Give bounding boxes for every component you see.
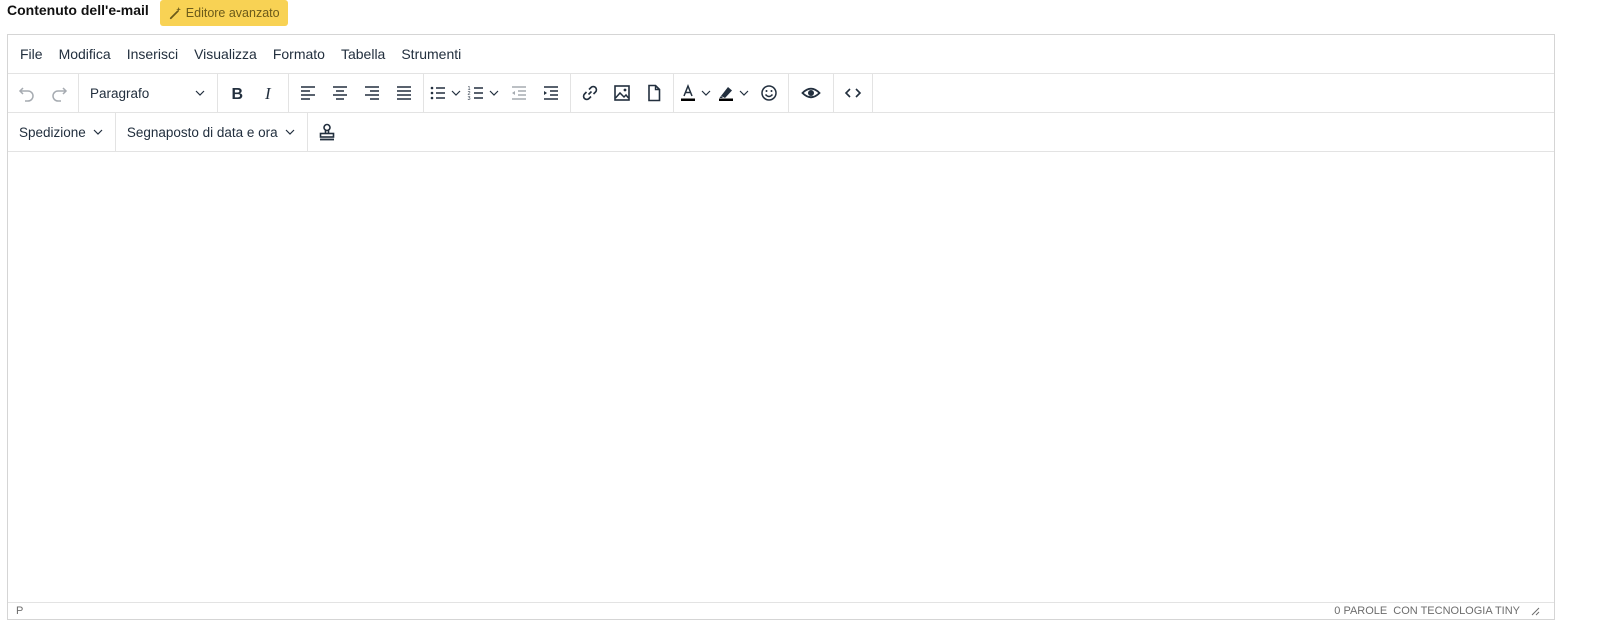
- rich-text-editor: File Modifica Inserisci Visualizza Forma…: [7, 34, 1555, 620]
- align-left-icon: [301, 86, 315, 100]
- shipping-group: Spedizione: [8, 113, 116, 151]
- menu-strumenti[interactable]: Strumenti: [393, 46, 469, 62]
- statusbar: P 0 PAROLE CON TECNOLOGIA TINY: [8, 602, 1554, 619]
- indent-icon: [544, 86, 558, 100]
- undo-icon: [18, 87, 34, 102]
- undo-button[interactable]: [12, 78, 42, 108]
- source-code-button[interactable]: [838, 78, 868, 108]
- align-center-button[interactable]: [325, 78, 355, 108]
- code-icon: [844, 88, 862, 98]
- advanced-editor-button[interactable]: Editore avanzato: [159, 0, 288, 26]
- menubar: File Modifica Inserisci Visualizza Forma…: [8, 35, 1554, 74]
- datetime-group: Segnaposto di data e ora: [116, 113, 308, 151]
- list-group: 123: [424, 74, 571, 112]
- numbered-list-button[interactable]: 123: [466, 78, 502, 108]
- text-color-icon: [681, 83, 695, 101]
- highlighter-icon: [719, 87, 733, 101]
- menu-tabella[interactable]: Tabella: [333, 46, 393, 62]
- outdent-button[interactable]: [504, 78, 534, 108]
- insert-group: [571, 74, 674, 112]
- stamp-icon: [319, 123, 334, 141]
- menu-formato[interactable]: Formato: [265, 46, 333, 62]
- chevron-down-icon: [195, 90, 205, 96]
- outdent-icon: [512, 86, 526, 100]
- block-format-select[interactable]: Paragrafo: [82, 78, 214, 108]
- chevron-down-icon: [93, 129, 103, 135]
- image-icon: [614, 85, 630, 101]
- document-icon: [648, 84, 661, 102]
- redo-button[interactable]: [44, 78, 74, 108]
- text-style-group: B I: [218, 74, 289, 112]
- section-title: Contenuto dell'e-mail: [7, 2, 149, 18]
- code-group: [834, 74, 873, 112]
- svg-text:3: 3: [468, 96, 471, 102]
- italic-icon: I: [264, 84, 272, 103]
- word-count[interactable]: 0 PAROLE: [1334, 605, 1387, 617]
- shipping-menu-label: Spedizione: [19, 124, 86, 140]
- preview-button[interactable]: [793, 78, 829, 108]
- alignment-group: [289, 74, 424, 112]
- insert-image-button[interactable]: [607, 78, 637, 108]
- highlight-color-button[interactable]: [716, 78, 752, 108]
- text-color-button[interactable]: [678, 78, 714, 108]
- bullet-list-icon: [430, 86, 445, 100]
- preview-group: [789, 74, 834, 112]
- editor-content-area[interactable]: [8, 150, 1554, 602]
- align-right-icon: [365, 86, 379, 100]
- menu-file[interactable]: File: [12, 46, 51, 62]
- menu-inserisci[interactable]: Inserisci: [119, 46, 186, 62]
- block-format-group: Paragrafo: [79, 74, 218, 112]
- align-justify-icon: [397, 86, 411, 100]
- menu-modifica[interactable]: Modifica: [51, 46, 119, 62]
- chevron-down-icon: [701, 90, 711, 96]
- redo-icon: [52, 87, 68, 102]
- magic-wand-icon: [169, 6, 181, 20]
- block-format-value: Paragrafo: [90, 85, 150, 101]
- shipping-menu-button[interactable]: Spedizione: [11, 117, 112, 147]
- emoji-icon: [761, 85, 777, 101]
- svg-text:B: B: [232, 86, 244, 103]
- emoji-button[interactable]: [754, 78, 784, 108]
- email-content-header: Contenuto dell'e-mail Editore avanzato: [7, 0, 288, 26]
- datetime-placeholder-button[interactable]: Segnaposto di data e ora: [119, 117, 304, 147]
- menu-visualizza[interactable]: Visualizza: [186, 46, 265, 62]
- stamp-group: [308, 113, 346, 151]
- numbered-list-icon: 123: [468, 86, 483, 102]
- insert-file-button[interactable]: [639, 78, 669, 108]
- bold-icon: B: [232, 86, 244, 103]
- history-group: [8, 74, 79, 112]
- statusbar-right: 0 PAROLE CON TECNOLOGIA TINY: [1334, 605, 1540, 617]
- svg-text:I: I: [264, 84, 272, 103]
- align-right-button[interactable]: [357, 78, 387, 108]
- chevron-down-icon: [285, 129, 295, 135]
- secondary-toolbar: Spedizione Segnaposto di data e ora: [8, 113, 1554, 152]
- insert-link-button[interactable]: [575, 78, 605, 108]
- align-left-button[interactable]: [293, 78, 323, 108]
- color-group: [674, 74, 789, 112]
- align-justify-button[interactable]: [389, 78, 419, 108]
- chevron-down-icon: [739, 90, 749, 96]
- indent-button[interactable]: [536, 78, 566, 108]
- italic-button[interactable]: I: [254, 78, 284, 108]
- chevron-down-icon: [451, 90, 461, 96]
- bullet-list-button[interactable]: [428, 78, 464, 108]
- chevron-down-icon: [489, 90, 499, 96]
- primary-toolbar: Paragrafo B I 1 2 3: [8, 74, 1554, 113]
- branding-link[interactable]: CON TECNOLOGIA TINY: [1393, 605, 1520, 617]
- align-center-icon: [333, 86, 347, 100]
- link-icon: [582, 85, 598, 101]
- bold-button[interactable]: B: [222, 78, 252, 108]
- advanced-editor-label: Editore avanzato: [185, 6, 280, 20]
- resize-handle-icon[interactable]: [1530, 606, 1540, 616]
- stamp-button[interactable]: [312, 117, 342, 147]
- element-path[interactable]: P: [16, 605, 23, 617]
- eye-icon: [801, 87, 821, 99]
- datetime-placeholder-label: Segnaposto di data e ora: [126, 124, 278, 140]
